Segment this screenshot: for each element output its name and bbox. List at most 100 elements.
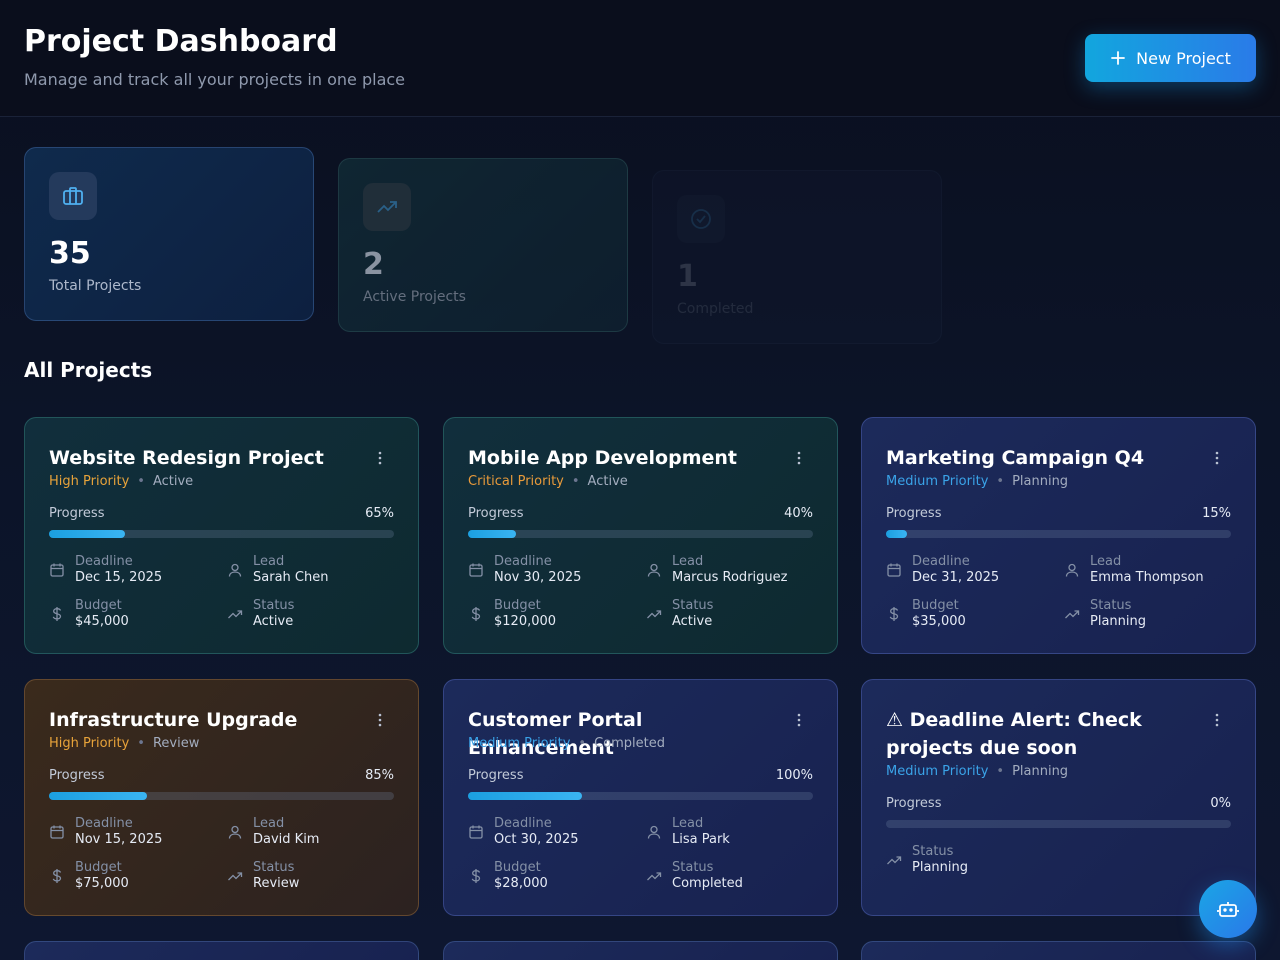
deadline-value: Nov 30, 2025 <box>494 570 582 585</box>
meta-separator: • <box>996 764 1005 779</box>
budget-value: $35,000 <box>912 614 966 629</box>
calendar-icon <box>469 825 483 839</box>
lead-label: Lead <box>253 816 285 831</box>
new-project-button[interactable]: New Project <box>1085 34 1256 82</box>
lead-value: David Kim <box>253 832 320 847</box>
progress-label: Progress <box>886 506 942 521</box>
progress-value: 85% <box>365 768 394 783</box>
project-card[interactable] <box>24 941 419 960</box>
check-circle-icon <box>691 209 711 229</box>
deadline-label: Deadline <box>494 554 552 569</box>
budget-info: Budget $120,000 <box>468 598 556 630</box>
project-state: Active <box>587 474 628 489</box>
lead-value: Sarah Chen <box>253 570 329 585</box>
stat-value: 1 <box>677 259 698 294</box>
project-card[interactable] <box>443 941 838 960</box>
deadline-label: Deadline <box>75 816 133 831</box>
project-state: Planning <box>1012 764 1069 779</box>
project-meta: Medium Priority • Planning <box>886 474 1068 489</box>
budget-value: $28,000 <box>494 876 548 891</box>
calendar-icon <box>469 563 483 577</box>
project-card[interactable] <box>861 941 1256 960</box>
project-state: Active <box>152 474 194 489</box>
trending-up-icon <box>228 872 243 881</box>
deadline-info: Deadline Oct 30, 2025 <box>468 816 579 848</box>
status-value: Active <box>253 614 294 629</box>
budget-info: Budget $75,000 <box>49 860 129 892</box>
deadline-info: Deadline Nov 15, 2025 <box>49 816 162 848</box>
progress-label: Progress <box>49 506 105 521</box>
priority-badge: Medium Priority <box>886 474 989 489</box>
deadline-label: Deadline <box>75 554 133 569</box>
budget-info: Budget $45,000 <box>49 598 129 630</box>
lead-info: Lead Emma Thompson <box>1064 554 1204 586</box>
card-menu-button[interactable] <box>1207 448 1227 468</box>
trending-up-icon <box>647 610 662 619</box>
stat-icon-box <box>677 195 725 243</box>
project-card[interactable]: Mobile App Development Critical Priority •… <box>443 417 838 654</box>
progress-fill <box>49 530 125 538</box>
project-title: Customer Portal Enhancement <box>468 709 643 759</box>
meta-separator: • <box>578 736 587 751</box>
dollar-icon <box>889 607 899 621</box>
project-meta: High Priority • Review <box>49 736 199 751</box>
project-meta: High Priority • Active <box>49 474 193 489</box>
card-menu-button[interactable] <box>789 448 809 468</box>
stat-value: 2 <box>363 247 384 282</box>
budget-label: Budget <box>75 860 122 875</box>
project-title: Website Redesign Project <box>49 447 324 469</box>
stat-icon-box <box>363 183 411 231</box>
page-header: Project Dashboard Manage and track all y… <box>0 0 1280 117</box>
project-title: ⚠ Deadline Alert: Check projects due soo… <box>886 709 1142 759</box>
progress-track <box>49 792 394 800</box>
project-meta: Critical Priority • Active <box>468 474 628 489</box>
assistant-fab-button[interactable] <box>1199 880 1257 938</box>
meta-separator: • <box>137 736 145 751</box>
card-menu-button[interactable] <box>370 710 390 730</box>
progress-fill <box>49 792 147 800</box>
project-card[interactable]: Website Redesign Project High Priority • Ac… <box>24 417 419 654</box>
trending-up-icon <box>1065 610 1080 619</box>
lead-info: Lead Marcus Rodriguez <box>646 554 787 586</box>
more-vertical-icon <box>378 451 382 465</box>
project-card[interactable]: Customer Portal Enhancement Medium Priori… <box>443 679 838 916</box>
status-info: Status Active <box>646 598 713 630</box>
card-menu-button[interactable] <box>1207 710 1227 730</box>
priority-badge: Medium Priority <box>886 764 989 779</box>
priority-badge: Critical Priority <box>468 474 564 489</box>
budget-value: $120,000 <box>494 614 557 629</box>
status-value: Active <box>672 614 713 629</box>
meta-separator: • <box>137 474 145 489</box>
stat-label: Active Projects <box>363 289 466 305</box>
project-card[interactable]: Marketing Campaign Q4 Medium Priority • Pla… <box>861 417 1256 654</box>
deadline-alert-card[interactable]: ⚠ Deadline Alert: Check projects due soo… <box>861 679 1256 916</box>
user-icon <box>1065 563 1079 577</box>
briefcase-icon <box>63 187 83 205</box>
lead-value: Marcus Rodriguez <box>672 570 788 585</box>
calendar-icon <box>50 563 64 577</box>
dollar-icon <box>52 869 62 883</box>
budget-info: Budget $28,000 <box>468 860 548 892</box>
plus-icon <box>1111 51 1126 65</box>
stat-label: Total Projects <box>49 278 142 294</box>
card-menu-button[interactable] <box>370 448 390 468</box>
project-title: Infrastructure Upgrade <box>49 709 298 731</box>
status-info: Status Planning <box>886 844 968 876</box>
progress-label: Progress <box>468 506 524 521</box>
project-state: Review <box>152 736 200 751</box>
dollar-icon <box>471 607 481 621</box>
user-icon <box>647 825 661 839</box>
priority-badge: High Priority <box>49 736 130 751</box>
progress-value: 0% <box>1210 796 1231 811</box>
project-card[interactable]: Infrastructure Upgrade High Priority • Revi… <box>24 679 419 916</box>
status-info: Status Planning <box>1064 598 1146 630</box>
card-menu-button[interactable] <box>789 710 809 730</box>
more-vertical-icon <box>797 713 801 727</box>
progress-track <box>468 530 813 538</box>
deadline-info: Deadline Dec 15, 2025 <box>49 554 162 586</box>
budget-label: Budget <box>494 860 541 875</box>
status-info: Status Review <box>227 860 299 892</box>
deadline-value: Oct 30, 2025 <box>494 832 579 847</box>
section-title: All Projects <box>24 358 153 382</box>
progress-track <box>886 530 1231 538</box>
